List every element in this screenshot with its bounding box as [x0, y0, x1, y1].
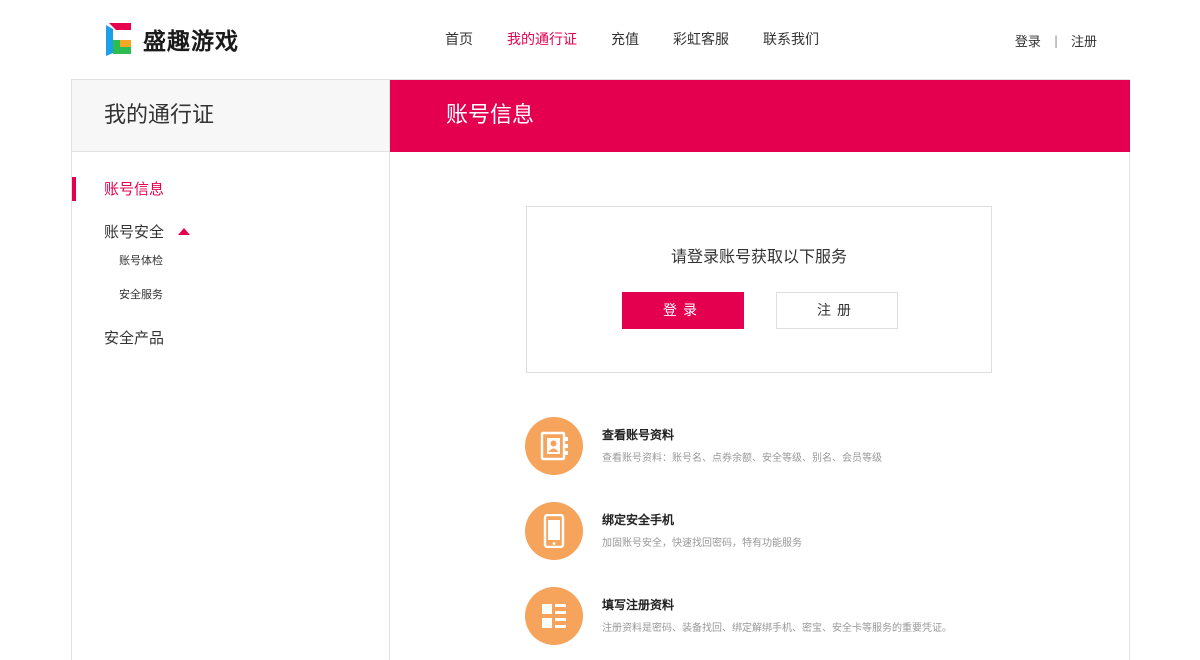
login-button[interactable]: 登录: [622, 292, 744, 329]
contact-book-icon: [525, 417, 583, 475]
login-panel: 请登录账号获取以下服务 登录 注册: [526, 206, 992, 373]
feature-title: 查看账号资料: [602, 428, 675, 442]
sidebar-item-label: 账号信息: [104, 180, 165, 198]
feature-title: 填写注册资料: [602, 598, 675, 612]
page-title: 账号信息: [390, 80, 1130, 152]
main-nav: 首页 我的通行证 充值 彩虹客服 联系我们: [445, 28, 853, 52]
content-frame: 我的通行证 账号信息 账号安全 账号体检 安全服务 安全产品 账号信息 请登录账…: [71, 79, 1130, 660]
login-prompt: 请登录账号获取以下服务: [670, 247, 847, 266]
nav-item-home[interactable]: 首页: [445, 28, 473, 52]
feature-item-bind-phone: 绑定安全手机 加固账号安全，快速找回密码，特有功能服务: [525, 502, 1005, 562]
main-content: 账号信息 请登录账号获取以下服务 登录 注册 查看账号资料 查看账号资料：账号名…: [390, 80, 1130, 660]
nav-item-recharge[interactable]: 充值: [611, 28, 639, 52]
sidebar-item-account-security[interactable]: 账号安全: [72, 221, 389, 243]
register-button[interactable]: 注册: [776, 292, 898, 329]
feature-description: 注册资料是密码、装备找回、绑定解绑手机、密宝、安全卡等服务的重要凭证。: [602, 623, 952, 634]
header-register-link[interactable]: 注册: [1071, 31, 1097, 50]
feature-item-view-account: 查看账号资料 查看账号资料：账号名、点券余额、安全等级、别名、会员等级: [525, 417, 1005, 477]
sidebar-item-label: 安全产品: [104, 329, 165, 347]
feature-description: 加固账号安全，快速找回密码，特有功能服务: [602, 538, 802, 549]
sidebar-title: 我的通行证: [72, 80, 389, 152]
header-login-link[interactable]: 登录: [1015, 31, 1041, 50]
form-list-icon: [525, 587, 583, 645]
feature-title: 绑定安全手机: [602, 513, 675, 527]
mobile-phone-icon: [525, 502, 583, 560]
auth-separator: |: [1053, 33, 1058, 48]
logo-text: 盛趣游戏: [143, 29, 239, 55]
top-header: 盛趣游戏 首页 我的通行证 充值 彩虹客服 联系我们 登录 | 注册: [0, 0, 1200, 80]
feature-description: 查看账号资料：账号名、点券余额、安全等级、别名、会员等级: [602, 453, 882, 464]
nav-item-my-passport[interactable]: 我的通行证: [507, 28, 577, 52]
logo-icon: [106, 23, 131, 56]
sidebar-item-security-products[interactable]: 安全产品: [72, 327, 389, 349]
sidebar: 我的通行证 账号信息 账号安全 账号体检 安全服务 安全产品: [72, 80, 390, 660]
brand-logo[interactable]: 盛趣游戏: [103, 19, 239, 59]
feature-item-register-info: 填写注册资料 注册资料是密码、装备找回、绑定解绑手机、密宝、安全卡等服务的重要凭…: [525, 587, 1005, 647]
auth-links: 登录 | 注册: [1015, 31, 1097, 51]
sidebar-subitem-security-service[interactable]: 安全服务: [72, 286, 389, 304]
sidebar-subitem-account-check[interactable]: 账号体检: [72, 252, 389, 270]
nav-item-contact-us[interactable]: 联系我们: [763, 28, 819, 52]
sidebar-item-label: 账号安全: [104, 223, 165, 241]
nav-item-customer-service[interactable]: 彩虹客服: [673, 28, 729, 52]
collapse-triangle-icon: [178, 228, 191, 235]
sidebar-menu: 账号信息 账号安全 账号体检 安全服务 安全产品: [72, 152, 389, 349]
sidebar-item-account-info[interactable]: 账号信息: [72, 177, 389, 201]
